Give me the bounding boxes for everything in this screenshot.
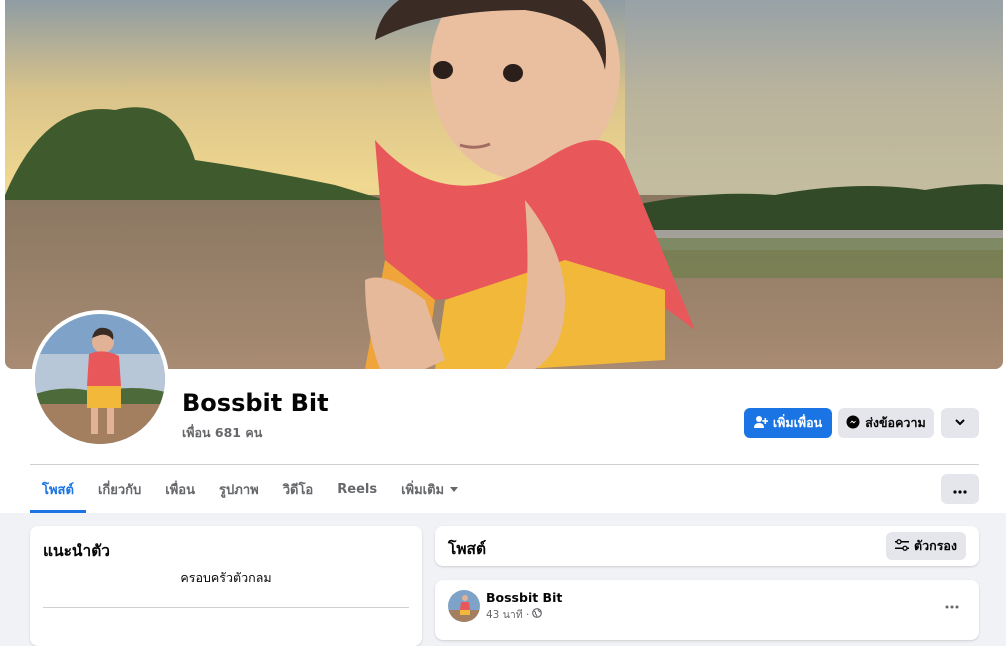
intro-title: แนะนำตัว	[43, 542, 110, 560]
intro-card: แนะนำตัว ครอบครัวตัวกลม	[30, 526, 422, 646]
post-card: Bossbit Bit 43 นาที ·	[435, 580, 979, 640]
tab-photos[interactable]: รูปภาพ	[207, 465, 271, 513]
tabs-more-button[interactable]	[941, 474, 979, 504]
tab-friends[interactable]: เพื่อน	[153, 465, 207, 513]
message-button[interactable]: ส่งข้อความ	[838, 408, 934, 438]
tab-label: เกี่ยวกับ	[97, 482, 142, 498]
post-author-avatar[interactable]	[448, 590, 480, 622]
profile-header: Bossbit Bit เพื่อน 681 คน เพิ่มเพื่อน ส่…	[0, 0, 1006, 513]
chevron-down-icon	[954, 416, 966, 431]
tab-posts[interactable]: โพสต์	[30, 465, 86, 513]
post-meta: 43 นาที ·	[486, 606, 543, 623]
ellipsis-icon	[953, 482, 967, 497]
friend-count[interactable]: เพื่อน 681 คน	[182, 423, 262, 443]
tab-more[interactable]: เพิ่มเติม	[389, 465, 470, 513]
post-author-name[interactable]: Bossbit Bit	[486, 590, 562, 605]
tab-reels[interactable]: Reels	[325, 465, 389, 513]
intro-divider	[43, 607, 409, 608]
tab-about[interactable]: เกี่ยวกับ	[86, 465, 153, 513]
tab-label: Reels	[337, 481, 378, 497]
ellipsis-icon	[945, 594, 959, 613]
cover-photo[interactable]	[5, 0, 1003, 369]
tab-videos[interactable]: วิดีโอ	[271, 465, 326, 513]
tab-label: โพสต์	[42, 482, 74, 498]
message-label: ส่งข้อความ	[865, 415, 926, 430]
globe-icon	[532, 608, 543, 621]
profile-tabs: โพสต์ เกี่ยวกับ เพื่อน รูปภาพ วิดีโอ Ree…	[30, 465, 470, 513]
tab-label: เพื่อน	[165, 482, 196, 498]
filter-button[interactable]: ตัวกรอง	[886, 532, 966, 560]
tab-label: รูปภาพ	[219, 482, 259, 498]
filter-label: ตัวกรอง	[913, 538, 958, 553]
post-options-button[interactable]	[937, 592, 967, 614]
tab-label: วิดีโอ	[282, 482, 314, 498]
profile-name: Bossbit Bit	[182, 389, 329, 417]
messenger-icon	[846, 415, 860, 432]
add-friend-button[interactable]: เพิ่มเพื่อน	[744, 408, 832, 438]
caret-down-icon	[450, 482, 459, 497]
more-profile-actions-button[interactable]	[941, 408, 979, 438]
filter-sliders-icon	[894, 538, 909, 554]
add-friend-icon	[753, 415, 769, 432]
posts-title: โพสต์	[448, 540, 487, 558]
add-friend-label: เพิ่มเพื่อน	[772, 415, 823, 430]
posts-header-card: โพสต์ ตัวกรอง	[435, 526, 979, 566]
intro-bio: ครอบครัวตัวกลม	[180, 570, 272, 585]
post-time[interactable]: 43 นาที ·	[486, 606, 529, 623]
tab-label: เพิ่มเติม	[401, 482, 445, 498]
profile-avatar[interactable]	[31, 310, 169, 448]
